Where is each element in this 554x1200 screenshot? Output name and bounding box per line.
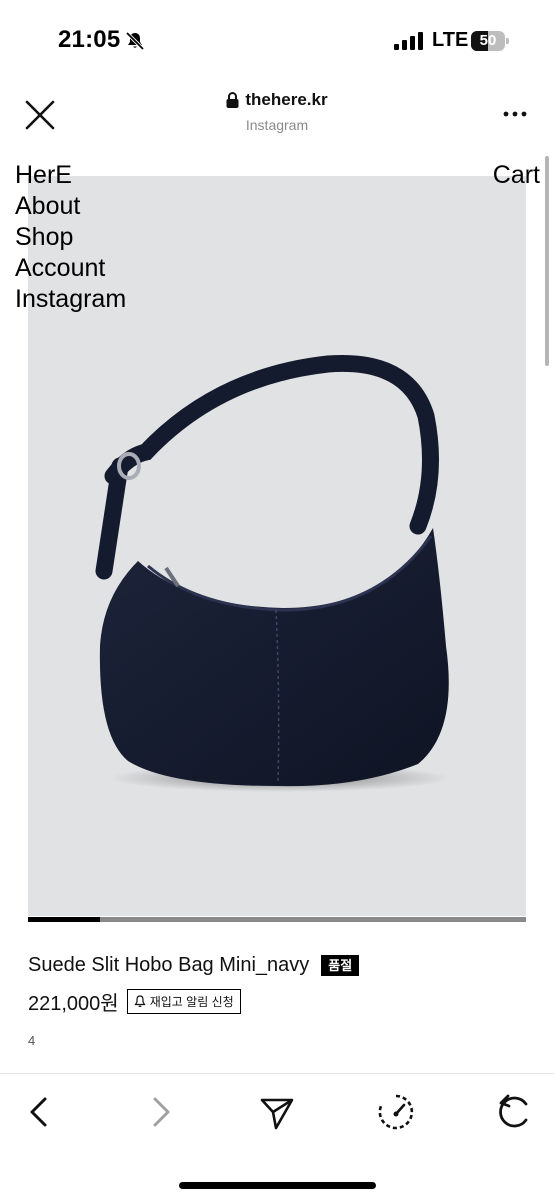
status-bar: 21:05 LTE 50 <box>0 0 554 84</box>
status-time: 21:05 <box>58 26 121 53</box>
signal-bars-icon <box>394 32 423 50</box>
home-indicator[interactable] <box>179 1182 376 1189</box>
site-nav: HerE About Shop Account Instagram <box>15 160 126 315</box>
soldout-badge: 품절 <box>321 955 360 976</box>
nav-item-instagram[interactable]: Instagram <box>15 284 126 315</box>
battery-icon: 50 <box>471 31 509 51</box>
back-arrow-icon[interactable] <box>20 1092 60 1132</box>
stock-count: 4 <box>28 1033 36 1048</box>
product-price: 221,000원 <box>28 993 119 1015</box>
nav-item-about[interactable]: About <box>15 191 126 222</box>
battery-percent: 50 <box>479 32 497 49</box>
product-name: Suede Slit Hobo Bag Mini_navy <box>28 954 310 976</box>
carousel-progress-fill <box>28 917 101 922</box>
web-page[interactable]: HerE About Shop Account Instagram Cart S… <box>0 148 554 1073</box>
browser-header: thehere.kr Instagram <box>0 84 554 148</box>
bell-icon <box>134 995 146 1008</box>
url-domain: thehere.kr <box>245 90 328 109</box>
url-bar[interactable]: thehere.kr Instagram <box>0 90 554 133</box>
network-type: LTE <box>432 29 469 51</box>
reload-icon[interactable] <box>494 1092 534 1132</box>
share-send-icon[interactable] <box>257 1092 297 1132</box>
browser-toolbar <box>0 1073 554 1200</box>
url-subtitle: Instagram <box>245 117 309 133</box>
cart-link[interactable]: Cart <box>493 160 540 191</box>
image-carousel-progress <box>28 917 526 922</box>
lock-icon <box>226 92 239 108</box>
nav-item-shop[interactable]: Shop <box>15 222 126 253</box>
forward-arrow-icon[interactable] <box>140 1092 180 1132</box>
scrollbar[interactable] <box>545 156 549 366</box>
product-title-row: Suede Slit Hobo Bag Mini_navy 품절 <box>28 954 360 977</box>
restock-alert-button[interactable]: 재입고 알림 신청 <box>126 989 241 1014</box>
more-icon[interactable] <box>500 102 530 126</box>
price-row: 221,000원 재입고 알림 신청 <box>28 987 241 1016</box>
restock-alert-label: 재입고 알림 신청 <box>149 995 234 1009</box>
nav-item-account[interactable]: Account <box>15 253 126 284</box>
speed-gauge-icon[interactable] <box>376 1092 416 1132</box>
bell-slash-icon <box>125 31 145 51</box>
nav-item-home[interactable]: HerE <box>15 160 126 191</box>
